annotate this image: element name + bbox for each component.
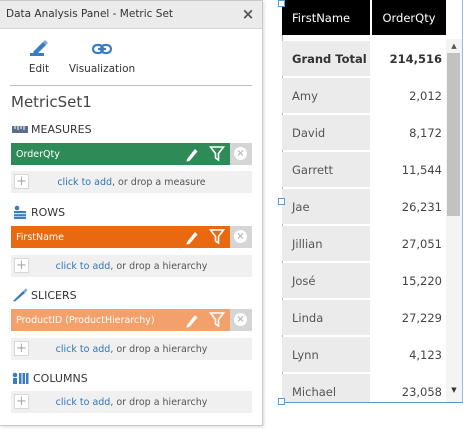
row-chip-firstname[interactable]: FirstName ×: [11, 226, 252, 248]
rows-dropzone[interactable]: + click to add, or drop a hierarchy: [11, 255, 252, 277]
table-row: David 8,172: [282, 115, 446, 152]
panel-header: Data Analysis Panel - Metric Set ×: [0, 1, 262, 29]
link-icon: [91, 43, 113, 55]
row-name[interactable]: Amy: [282, 78, 370, 113]
row-value: 23,058: [372, 374, 446, 403]
rows-label: ROWS: [31, 205, 66, 219]
edit-button[interactable]: Edit: [22, 39, 56, 75]
row-value: 8,172: [372, 115, 446, 150]
column-header-orderqty[interactable]: OrderQty: [372, 0, 446, 35]
rows-icon: [14, 205, 26, 219]
row-chip-label: FirstName: [16, 232, 65, 243]
table-row: Amy 2,012: [282, 78, 446, 115]
dropzone-hint: , or drop a hierarchy: [110, 344, 208, 355]
rows-section-header: ROWS: [12, 205, 65, 219]
scroll-thumb[interactable]: [447, 53, 460, 216]
row-value: 27,229: [372, 300, 446, 335]
columns-dropzone[interactable]: + click to add, or drop a hierarchy: [11, 391, 252, 413]
slicer-chip-productid[interactable]: ProductID (ProductHierarchy) ×: [11, 309, 252, 331]
data-analysis-panel: Data Analysis Panel - Metric Set × Edit …: [0, 0, 263, 426]
row-name[interactable]: Linda: [282, 300, 370, 335]
table-row: Jae 26,231: [282, 189, 446, 226]
click-to-add-link[interactable]: click to add: [57, 177, 112, 188]
row-name[interactable]: Jillian: [282, 226, 370, 261]
grand-total-label: Grand Total: [282, 41, 370, 76]
row-value: 11,544: [372, 152, 446, 187]
edit-pencil-icon[interactable]: [185, 146, 199, 162]
row-name[interactable]: Lynn: [282, 337, 370, 372]
row-name[interactable]: David: [282, 115, 370, 150]
row-value: 27,051: [372, 226, 446, 261]
filter-icon[interactable]: [209, 311, 225, 329]
pencil-icon: [30, 40, 48, 56]
row-value: 15,220: [372, 263, 446, 298]
click-to-add-link[interactable]: click to add: [56, 344, 111, 355]
measures-dropzone[interactable]: + click to add, or drop a measure: [11, 171, 252, 193]
slicer-chip-label: ProductID (ProductHierarchy): [16, 315, 155, 326]
measure-chip-label: OrderQty: [16, 149, 60, 160]
table-row: José 15,220: [282, 263, 446, 300]
slicers-dropzone[interactable]: + click to add, or drop a hierarchy: [11, 338, 252, 360]
measure-chip-orderqty[interactable]: OrderQty ×: [11, 143, 252, 165]
grid-header-row: FirstName OrderQty: [282, 0, 446, 37]
grand-total-value: 214,516: [372, 41, 446, 76]
slicers-label: SLICERS: [31, 288, 77, 302]
toolbar-divider: [10, 85, 252, 86]
table-row: Michael 23,058: [282, 374, 446, 403]
slicer-icon: [13, 288, 28, 302]
remove-icon: ×: [234, 230, 247, 243]
visualization-label: Visualization: [68, 63, 136, 75]
remove-icon: ×: [234, 147, 247, 160]
remove-measure-button[interactable]: ×: [230, 143, 252, 165]
measures-section-header: MEASURES: [12, 122, 92, 136]
panel-toolbar: Edit Visualization: [0, 39, 263, 79]
resize-handle-bottom-left[interactable]: [278, 398, 285, 405]
visualization-button[interactable]: Visualization: [66, 39, 138, 75]
pivot-grid: FirstName OrderQty Grand Total 214,516 A…: [282, 0, 463, 403]
dropzone-hint: , or drop a hierarchy: [110, 261, 208, 272]
resize-handle-left[interactable]: [278, 198, 285, 205]
row-name[interactable]: Garrett: [282, 152, 370, 187]
row-name[interactable]: Michael: [282, 374, 370, 403]
grand-total-row: Grand Total 214,516: [282, 41, 446, 78]
panel-title: Data Analysis Panel - Metric Set: [6, 8, 174, 20]
click-to-add-link[interactable]: click to add: [56, 397, 111, 408]
edit-pencil-icon[interactable]: [185, 312, 199, 328]
row-name[interactable]: Jae: [282, 189, 370, 224]
click-to-add-link[interactable]: click to add: [56, 261, 111, 272]
grid-bottom-border: [282, 402, 463, 403]
slicers-section-header: SLICERS: [12, 288, 77, 302]
table-row: Linda 27,229: [282, 300, 446, 337]
columns-section-header: COLUMNS: [12, 371, 88, 385]
columns-icon: [12, 372, 29, 384]
column-header-firstname[interactable]: FirstName: [282, 0, 370, 35]
grid-vertical-scrollbar[interactable]: ▲ ▼: [446, 39, 462, 403]
filter-icon[interactable]: [209, 228, 225, 246]
resize-handle-top-left[interactable]: [278, 0, 285, 7]
close-button[interactable]: ×: [240, 6, 256, 22]
edit-pencil-icon[interactable]: [185, 229, 199, 245]
measures-label: MEASURES: [31, 122, 92, 136]
metric-set-name[interactable]: MetricSet1: [11, 93, 92, 111]
remove-row-button[interactable]: ×: [230, 226, 252, 248]
dropzone-hint: , or drop a measure: [112, 177, 206, 188]
edit-label: Edit: [28, 63, 50, 75]
table-row: Garrett 11,544: [282, 152, 446, 189]
dropzone-hint: , or drop a hierarchy: [110, 397, 208, 408]
table-row: Jillian 27,051: [282, 226, 446, 263]
scroll-down-arrow-icon[interactable]: ▼: [446, 383, 462, 397]
remove-icon: ×: [234, 313, 247, 326]
row-value: 2,012: [372, 78, 446, 113]
row-name[interactable]: José: [282, 263, 370, 298]
remove-slicer-button[interactable]: ×: [230, 309, 252, 331]
row-value: 4,123: [372, 337, 446, 372]
row-value: 26,231: [372, 189, 446, 224]
filter-icon[interactable]: [209, 145, 225, 163]
ruler-icon: [12, 126, 28, 133]
columns-label: COLUMNS: [33, 371, 88, 385]
scroll-up-arrow-icon[interactable]: ▲: [446, 39, 462, 53]
table-row: Lynn 4,123: [282, 337, 446, 374]
